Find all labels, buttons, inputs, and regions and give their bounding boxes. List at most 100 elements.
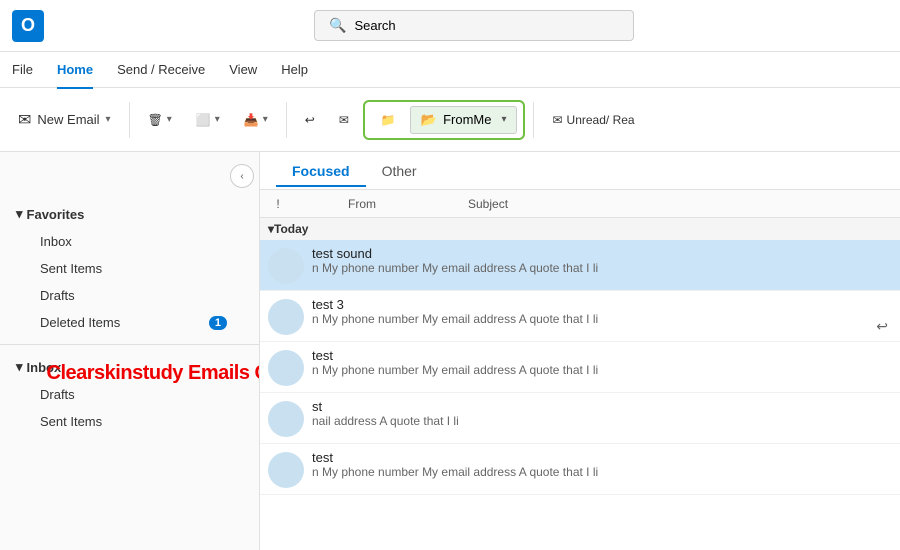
email-avatar-3 — [268, 401, 304, 437]
collapse-button[interactable]: ‹ — [230, 164, 254, 188]
tab-other[interactable]: Other — [366, 155, 433, 187]
email-subject-2: test — [312, 348, 892, 363]
menu-help[interactable]: Help — [281, 58, 308, 81]
inbox2-sent-label: Sent Items — [40, 414, 102, 429]
deleted-badge: 1 — [209, 316, 227, 330]
col-header-flag[interactable]: ! — [268, 197, 288, 211]
filter-icon-btn[interactable]: 📁 — [371, 107, 406, 133]
inbox-section-chevron: ▾ — [16, 359, 23, 375]
favorites-section: ▾ Favorites Inbox Sent Items Drafts Dele… — [0, 196, 259, 340]
clearskinstudy-overlay: Clearskinstudy Emails Contact — [47, 362, 260, 385]
email-preview-0: n My phone number My email address A quo… — [312, 261, 892, 275]
group-label: Today — [274, 222, 308, 236]
inbox-label: Inbox — [40, 234, 72, 249]
email-avatar-4 — [268, 452, 304, 488]
menu-bar: File Home Send / Receive View Help — [0, 52, 900, 88]
email-list-area: Focused Other ! From Subject ▾ Today tes… — [260, 152, 900, 550]
email-content-0: test sound n My phone number My email ad… — [312, 246, 892, 275]
title-bar: O 🔍 Search — [0, 0, 900, 52]
favorites-header[interactable]: ▾ Favorites — [16, 200, 243, 228]
email-preview-3: nail address A quote that I li — [312, 414, 892, 428]
forward-icon: ✉ — [339, 113, 349, 127]
email-avatar-1 — [268, 299, 304, 335]
menu-file[interactable]: File — [12, 58, 33, 81]
email-row-0[interactable]: test sound n My phone number My email ad… — [260, 240, 900, 291]
email-row-3[interactable]: st nail address A quote that I li — [260, 393, 900, 444]
inbox-section-header[interactable]: ▾ Inbox Clearskinstudy Emails Contact — [16, 353, 243, 381]
reply-button[interactable]: ↩ — [295, 107, 325, 133]
col-header-subject[interactable]: Subject — [468, 197, 892, 211]
email-preview-1: n My phone number My email address A quo… — [312, 312, 876, 326]
menu-view[interactable]: View — [229, 58, 257, 81]
deleted-label: Deleted Items — [40, 315, 120, 330]
unread-icon: ✉ — [552, 113, 562, 127]
sidebar: ‹ ▾ Favorites Inbox Sent Items Drafts De… — [0, 152, 260, 550]
sidebar-item-deleted[interactable]: Deleted Items 1 — [16, 309, 243, 336]
delete-icon: 🗑 — [148, 113, 163, 127]
reply-icon: ↩ — [305, 113, 315, 127]
separator-1 — [129, 102, 130, 138]
search-box[interactable]: 🔍 Search — [314, 10, 634, 41]
drafts-label: Drafts — [40, 288, 75, 303]
tabs: Focused Other — [260, 152, 900, 190]
sent-label: Sent Items — [40, 261, 102, 276]
email-row-4[interactable]: test n My phone number My email address … — [260, 444, 900, 495]
delete-dropdown-arrow[interactable]: ▾ — [167, 114, 172, 125]
favorites-label: Favorites — [27, 207, 85, 222]
archive-icon: ⬜ — [196, 113, 211, 127]
email-preview-4: n My phone number My email address A quo… — [312, 465, 892, 479]
favorites-chevron: ▾ — [16, 206, 23, 222]
menu-home[interactable]: Home — [57, 58, 93, 81]
menu-send-receive[interactable]: Send / Receive — [117, 58, 205, 81]
email-subject-3: st — [312, 399, 892, 414]
sidebar-item-sent[interactable]: Sent Items — [16, 255, 243, 282]
column-headers: ! From Subject — [260, 190, 900, 218]
email-content-1: test 3 n My phone number My email addres… — [312, 297, 876, 326]
separator-3 — [533, 102, 534, 138]
sidebar-divider — [0, 344, 259, 345]
new-email-dropdown-arrow[interactable]: ▾ — [106, 114, 111, 125]
unread-button[interactable]: ✉ Unread/ Rea — [542, 107, 644, 133]
move-dropdown-arrow[interactable]: ▾ — [263, 114, 268, 125]
email-content-4: test n My phone number My email address … — [312, 450, 892, 479]
sidebar-item-inbox2-sent[interactable]: Sent Items — [16, 408, 243, 435]
filter-icon: 📁 — [381, 113, 396, 127]
forward-button[interactable]: ✉ — [329, 107, 359, 133]
move-icon: 📥 — [244, 113, 259, 127]
new-email-icon: ✉ — [18, 110, 31, 130]
unread-label: Unread/ Rea — [567, 113, 635, 127]
email-subject-1: test 3 — [312, 297, 876, 312]
from-me-icon: 📂 — [421, 112, 437, 128]
inbox-section: ▾ Inbox Clearskinstudy Emails Contact Dr… — [0, 349, 259, 439]
tab-focused[interactable]: Focused — [276, 155, 366, 187]
new-email-button[interactable]: ✉ New Email ▾ — [8, 104, 121, 136]
toolbar: ✉ New Email ▾ 🗑 ▾ ⬜ ▾ 📥 ▾ ↩ ✉ 📁 📂 FromMe… — [0, 88, 900, 152]
sidebar-item-drafts[interactable]: Drafts — [16, 282, 243, 309]
email-row-1[interactable]: test 3 n My phone number My email addres… — [260, 291, 900, 342]
from-me-button[interactable]: 📂 FromMe ▾ — [410, 106, 518, 134]
archive-button[interactable]: ⬜ ▾ — [186, 107, 230, 133]
sidebar-item-inbox2-drafts[interactable]: Drafts — [16, 381, 243, 408]
archive-dropdown-arrow[interactable]: ▾ — [215, 114, 220, 125]
move-button[interactable]: 📥 ▾ — [234, 107, 278, 133]
col-header-from[interactable]: From — [348, 197, 468, 211]
email-avatar-2 — [268, 350, 304, 386]
email-subject-0: test sound — [312, 246, 892, 261]
email-subject-4: test — [312, 450, 892, 465]
new-email-label: New Email — [37, 112, 99, 127]
email-row-2[interactable]: test n My phone number My email address … — [260, 342, 900, 393]
inbox2-drafts-label: Drafts — [40, 387, 75, 402]
sidebar-item-inbox[interactable]: Inbox — [16, 228, 243, 255]
search-placeholder: Search — [354, 18, 395, 33]
from-me-chevron[interactable]: ▾ — [501, 114, 506, 125]
search-icon: 🔍 — [329, 17, 346, 34]
reply-icon-1: ↩ — [876, 318, 888, 335]
email-content-2: test n My phone number My email address … — [312, 348, 892, 377]
main-content: ‹ ▾ Favorites Inbox Sent Items Drafts De… — [0, 152, 900, 550]
email-group-today: ▾ Today — [260, 218, 900, 240]
email-avatar-0 — [268, 248, 304, 284]
email-preview-2: n My phone number My email address A quo… — [312, 363, 892, 377]
email-content-3: st nail address A quote that I li — [312, 399, 892, 428]
delete-button[interactable]: 🗑 ▾ — [138, 107, 182, 133]
highlight-group: 📁 📂 FromMe ▾ — [363, 100, 526, 140]
